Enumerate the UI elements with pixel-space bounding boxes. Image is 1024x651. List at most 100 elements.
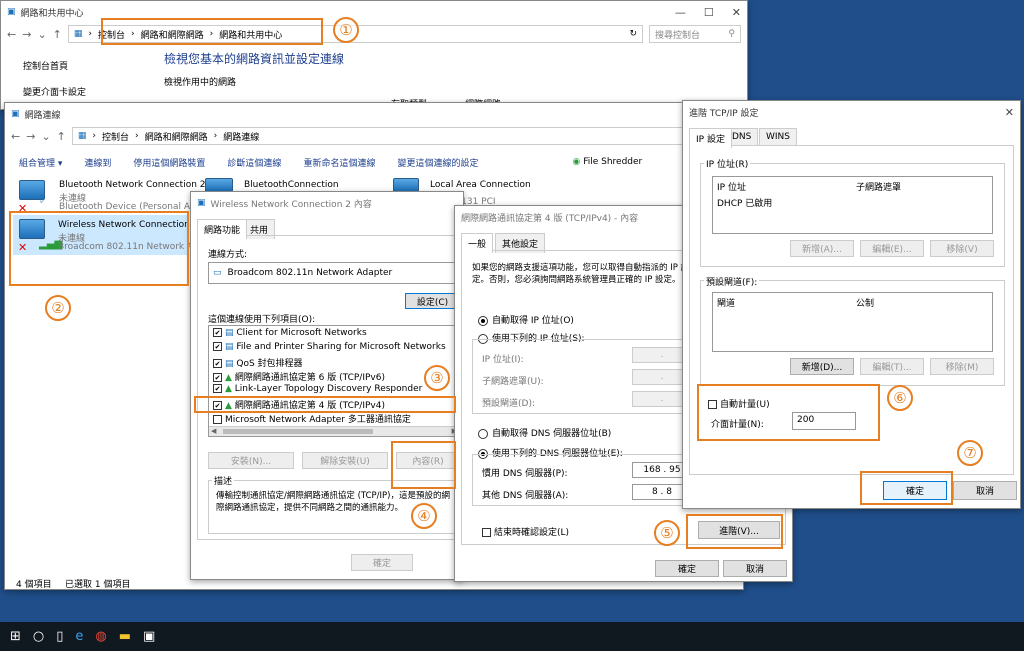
annotation-highlight [391,441,456,489]
scroll-left-icon[interactable]: ◀ [211,427,216,435]
file-shredder-item[interactable]: ◉ File Shredder [572,157,642,167]
window-title: 網路和共用中心 [20,8,84,19]
auto-ip-radio[interactable]: 自動取得 IP 位址(O) [478,313,574,326]
checkbox[interactable]: ✔ [213,384,222,393]
subnet-mask-label: 子網路遮罩(U): [482,377,544,387]
add-ip-button[interactable]: 新增(A)... [790,240,854,257]
install-button[interactable]: 安裝(N)... [208,452,294,469]
annotation-highlight [194,396,456,413]
chrome-icon[interactable]: ◍ [95,629,106,644]
list-item[interactable]: ✔ ▲ Link-Layer Topology Discovery Respond… [213,384,422,394]
up-icon[interactable]: ↑ [57,130,66,143]
checkbox[interactable] [213,415,222,424]
validate-checkbox[interactable]: 結束時確認設定(L) [482,525,569,538]
list-item[interactable]: ✔ ▲ 網際網路通訊協定第 6 版 (TCP/IPv6) [213,370,385,383]
connection-item[interactable]: ᛒ ✕ Bluetooth Network Connection 2 未連線 B… [17,178,206,215]
item-icon: ▤ [225,342,234,352]
checkbox[interactable]: ✔ [213,328,222,337]
list-item[interactable]: Microsoft Network Adapter 多工器通訊協定 [213,412,411,425]
column-header-mask: 子網路遮罩 [856,183,902,193]
task-view-icon[interactable]: ▯ [56,629,63,644]
item-icon: ▲ [225,384,232,394]
breadcrumb[interactable]: ▦ › 控制台 › 網路和網際網路 › 網路連線 [71,127,737,145]
column-header-metric: 公制 [856,299,875,309]
add-gateway-button[interactable]: 新增(D)... [790,358,854,375]
remove-ip-button[interactable]: 移除(V) [930,240,994,257]
gateway-group-label: 預設閘道(F): [704,275,760,288]
back-icon[interactable]: ← [11,130,20,143]
breadcrumb-sep: › [88,29,92,39]
item-icon: ▲ [225,373,232,383]
configure-button[interactable]: 設定(C) [405,293,460,309]
items-label: 這個連線使用下列項目(O): [208,315,316,325]
gateway-label: 預設閘道(D): [482,399,535,409]
list-item[interactable]: ✔ ▤ QoS 封包排程器 [213,356,303,369]
ip-address-label: IP 位址(I): [482,355,524,365]
checkbox[interactable]: ✔ [213,359,222,368]
radio[interactable] [478,428,488,439]
ip-group-label: IP 位址(R) [704,157,751,170]
forward-icon[interactable]: → [26,130,35,143]
intro-text: 如果您的網路支援這項功能，您可以取得自動指派的 IP 設定。否則，您必須詢問網路… [472,263,690,285]
sidebar-adapter-link[interactable]: 變更介面卡設定 [23,85,86,98]
edit-gateway-button[interactable]: 編輯(T)... [860,358,924,375]
edit-ip-button[interactable]: 編輯(E)... [860,240,924,257]
ok-button[interactable]: 確定 [655,560,719,577]
uninstall-button[interactable]: 解除安裝(U) [302,452,388,469]
breadcrumb-item[interactable]: 網路和網際網路 [145,130,208,143]
scroll-thumb[interactable] [223,429,373,434]
folder-icon[interactable]: ▬ [119,629,131,644]
radio-selected[interactable] [478,315,488,326]
auto-dns-radio[interactable]: 自動取得 DNS 伺服器位址(B) [478,426,611,439]
remove-gateway-button[interactable]: 移除(M) [930,358,994,375]
checkbox[interactable] [482,528,491,537]
edge-icon[interactable]: e [75,629,83,644]
back-icon[interactable]: ← [7,28,16,41]
store-icon[interactable]: ▣ [143,629,155,644]
up-icon[interactable]: ↑ [53,28,62,41]
chevron-down-icon[interactable]: ⌄ [41,130,50,143]
chevron-down-icon[interactable]: ⌄ [37,28,46,41]
cancel-button[interactable]: 取消 [953,481,1017,500]
cancel-button[interactable]: 取消 [723,560,787,577]
breadcrumb-item[interactable]: 控制台 [102,130,129,143]
dialog-title: 網際網路通訊協定第 4 版 (TCP/IPv4) - 內容 [461,213,639,224]
maximize-button[interactable]: ☐ [704,6,714,19]
connection-name: BluetoothConnection [244,180,339,190]
toolbar-change-settings[interactable]: 變更這個連線的設定 [397,156,478,169]
breadcrumb-item[interactable]: 網路連線 [223,130,259,143]
refresh-icon[interactable]: ↻ [629,29,637,39]
windows-start-icon[interactable]: ⊞ [10,629,21,644]
annotation-step-6: ⑥ [887,385,913,411]
window-title: 網路連線 [24,110,61,121]
title-bar: ▣ 網路連線 [5,103,743,125]
minimize-button[interactable]: — [675,6,686,19]
toolbar-organize[interactable]: 組合管理 ▾ [19,156,62,169]
checkbox[interactable]: ✔ [213,342,222,351]
horizontal-scrollbar[interactable]: ◀ ▶ [209,426,459,436]
item-icon: ▤ [225,359,234,369]
tab-general[interactable]: 一般 [461,233,494,253]
list-item[interactable]: ✔ ▤ Client for Microsoft Networks [213,328,367,338]
annotation-highlight [697,384,880,441]
tab-panel: 連線方式: ▭ Broadcom 802.11n Network Adapter … [197,235,460,540]
toolbar-rename[interactable]: 重新命名這個連線 [303,156,375,169]
forward-icon[interactable]: → [22,28,31,41]
toolbar-disable[interactable]: 停用這個網路裝置 [133,156,205,169]
sidebar-home-link[interactable]: 控制台首頁 [23,59,68,72]
list-item[interactable]: ✔ ▤ File and Printer Sharing for Microsof… [213,342,446,352]
tab-networking[interactable]: 網路功能 [197,219,248,239]
close-button[interactable]: ✕ [732,6,741,19]
item-label: Link-Layer Topology Discovery Responder [234,384,423,394]
toolbar-connect[interactable]: 連線到 [84,156,111,169]
search-input[interactable]: 搜尋控制台 ⚲ [649,25,741,43]
close-button[interactable]: ✕ [1005,106,1014,119]
tab-ip-settings[interactable]: IP 設定 [689,128,732,148]
search-icon[interactable]: ○ [33,629,44,644]
connection-name: Bluetooth Network Connection 2 [59,180,206,190]
checkbox[interactable]: ✔ [213,373,222,382]
toolbar-diagnose[interactable]: 診斷這個連線 [227,156,281,169]
ok-button[interactable]: 確定 [351,554,413,571]
adapter-icon: ▭ [213,268,222,278]
tab-wins[interactable]: WINS [759,128,797,145]
